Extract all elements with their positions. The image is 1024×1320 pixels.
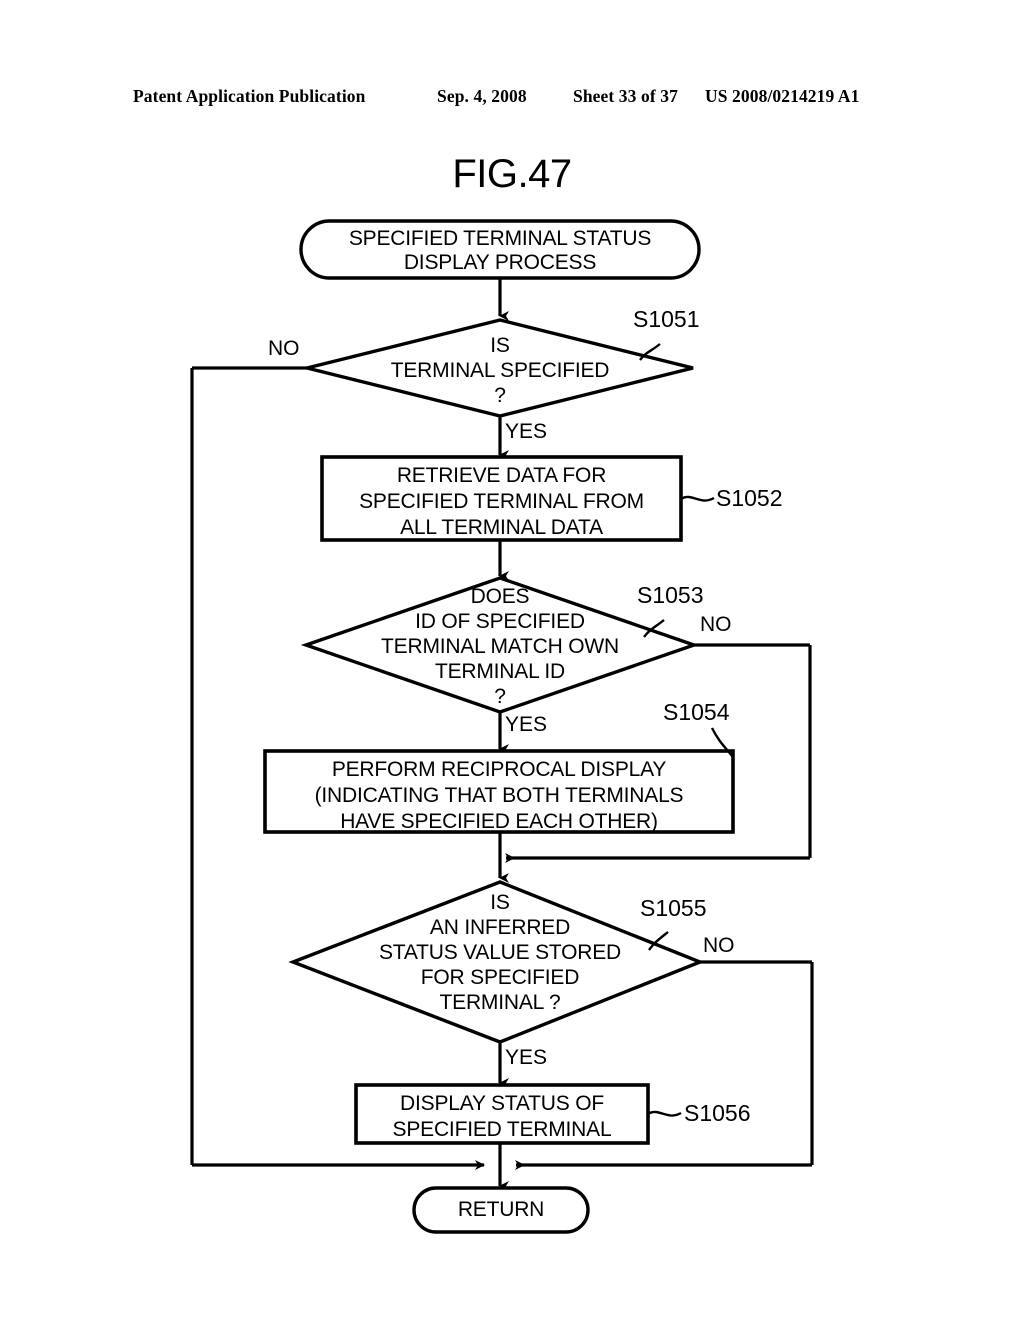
step-label-s1055: S1055 <box>640 895 707 921</box>
s1052-process-shape <box>320 455 683 542</box>
edge-label-s1053-no: NO <box>700 613 732 636</box>
return-terminator-shape <box>412 1186 590 1234</box>
step-label-s1052: S1052 <box>716 485 783 511</box>
step-label-s1051: S1051 <box>633 306 700 332</box>
s1056-process-shape <box>354 1083 650 1145</box>
step-label-s1056: S1056 <box>684 1100 751 1126</box>
s1053-decision-shape <box>300 576 700 714</box>
edge-label-s1055-yes: YES <box>505 1046 548 1069</box>
step-label-s1054: S1054 <box>663 699 730 725</box>
flowchart-canvas <box>190 219 814 1234</box>
s1051-decision-shape <box>306 318 694 418</box>
step-label-s1053: S1053 <box>637 582 704 608</box>
edge-label-s1053-yes: YES <box>505 713 548 736</box>
edge-label-s1055-no: NO <box>703 934 735 957</box>
flowchart-diagram: SPECIFIED TERMINAL STATUS DISPLAY PROCES… <box>0 0 1024 1320</box>
s1055-decision-shape <box>288 880 705 1044</box>
start-terminator-shape <box>299 219 701 280</box>
edge-label-s1051-yes: YES <box>505 420 548 443</box>
edge-label-s1051-no: NO <box>268 337 300 360</box>
s1054-process-shape <box>263 749 735 834</box>
